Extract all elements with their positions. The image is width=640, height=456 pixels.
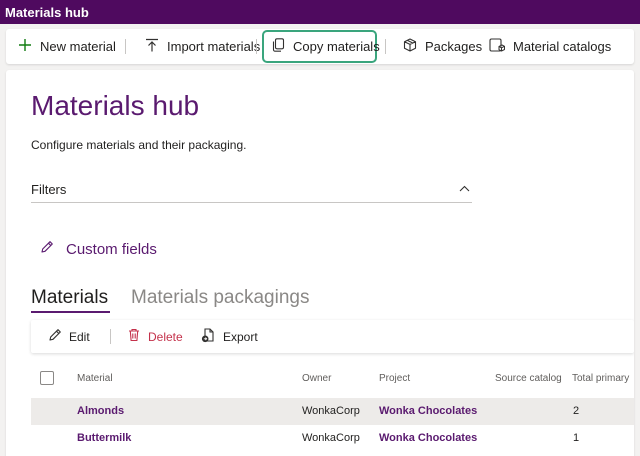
custom-fields-label: Custom fields (66, 240, 157, 258)
material-link[interactable]: Almonds (77, 405, 124, 417)
material-link[interactable]: Buttermilk (77, 432, 131, 444)
import-materials-button[interactable]: Import materials (145, 29, 260, 64)
column-header-source-catalog[interactable]: Source catalog (495, 373, 562, 384)
main-card: Materials hub Configure materials and th… (6, 70, 634, 456)
copy-materials-label: Copy materials (293, 39, 380, 54)
package-icon (403, 38, 425, 55)
delete-label: Delete (148, 329, 183, 344)
column-header-project[interactable]: Project (379, 373, 410, 384)
edit-button[interactable]: Edit (48, 320, 90, 353)
delete-button[interactable]: Delete (127, 320, 183, 353)
table-toolbar: Edit Delete Export (31, 320, 634, 353)
export-label: Export (223, 329, 258, 344)
project-link[interactable]: Wonka Chocolates (379, 432, 477, 444)
new-material-label: New material (40, 39, 116, 54)
upload-icon (145, 38, 167, 55)
pencil-icon (48, 328, 69, 345)
toolbar-divider (110, 329, 111, 344)
owner-cell: WonkaCorp (302, 405, 360, 417)
table-row[interactable]: Almonds WonkaCorp Wonka Chocolates 2 (31, 398, 634, 425)
toolbar-divider (125, 39, 126, 54)
app-title: Materials hub (5, 5, 89, 20)
catalog-icon (489, 37, 513, 56)
plus-icon (18, 38, 40, 55)
export-icon (201, 327, 223, 346)
chevron-up-icon[interactable] (459, 180, 470, 195)
import-materials-label: Import materials (167, 39, 261, 54)
pencil-icon (40, 240, 66, 258)
edit-label: Edit (69, 329, 90, 344)
toolbar-divider (256, 39, 257, 54)
total-primary-cell: 1 (573, 432, 580, 444)
table-row[interactable]: Buttermilk WonkaCorp Wonka Chocolates 1 (31, 425, 634, 452)
column-header-total-primary[interactable]: Total primary (572, 373, 629, 384)
filters-label: Filters (31, 182, 67, 197)
active-tab-indicator (31, 311, 110, 313)
page-subtitle: Configure materials and their packaging. (31, 138, 247, 152)
tab-materials[interactable]: Materials (31, 287, 108, 309)
owner-cell: WonkaCorp (302, 432, 360, 444)
app-title-bar: Materials hub (0, 0, 640, 24)
page-title: Materials hub (31, 90, 200, 121)
new-material-button[interactable]: New material (18, 29, 116, 64)
packages-label: Packages (425, 39, 483, 54)
column-header-owner[interactable]: Owner (302, 373, 331, 384)
trash-icon (127, 328, 148, 345)
toolbar-divider (385, 39, 386, 54)
total-primary-cell: 2 (573, 405, 580, 417)
tab-materials-packagings[interactable]: Materials packagings (131, 287, 309, 309)
material-catalogs-button[interactable]: Material catalogs (489, 29, 611, 64)
project-link[interactable]: Wonka Chocolates (379, 405, 477, 417)
copy-materials-button[interactable]: Copy materials (272, 29, 380, 64)
copy-icon (272, 38, 293, 55)
select-all-checkbox[interactable] (40, 371, 54, 385)
filters-section-header[interactable]: Filters (31, 173, 472, 203)
export-button[interactable]: Export (201, 320, 258, 353)
packages-button[interactable]: Packages (403, 29, 482, 64)
material-catalogs-label: Material catalogs (513, 39, 612, 54)
command-bar: New material Import materials Copy mater… (6, 29, 634, 64)
column-header-material[interactable]: Material (77, 373, 113, 384)
custom-fields-link[interactable]: Custom fields (40, 240, 157, 258)
